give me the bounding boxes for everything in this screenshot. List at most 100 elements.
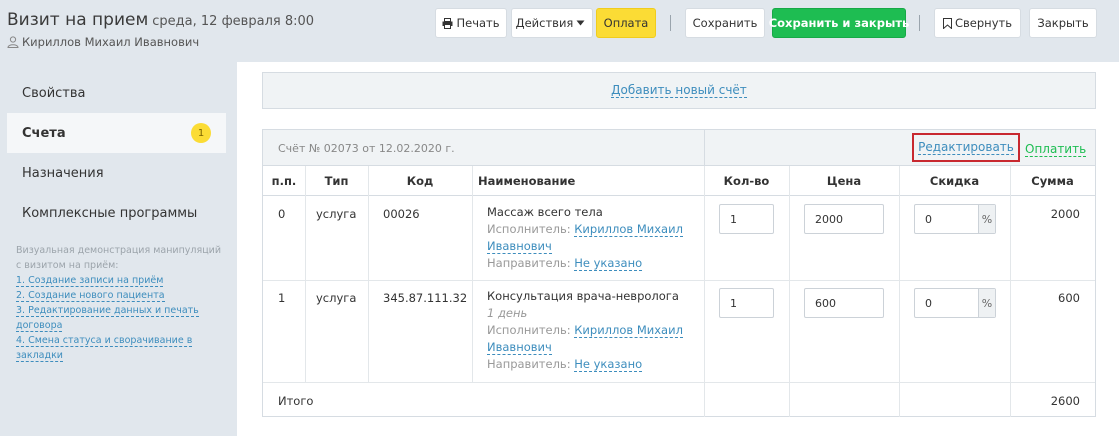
- sidebar-item-label: Свойства: [22, 85, 86, 101]
- discount-value: 0: [925, 212, 932, 226]
- col-header-code: Код: [368, 166, 472, 196]
- demo-link-4[interactable]: 4. Смена статуса и сворачивание в заклад…: [16, 333, 226, 363]
- performer-link[interactable]: Кириллов Михаил: [574, 222, 683, 237]
- price-input[interactable]: 600: [804, 288, 884, 318]
- caret-down-icon: [576, 20, 585, 26]
- service-name: Массаж всего тела: [487, 205, 603, 219]
- close-button[interactable]: Закрыть: [1029, 8, 1097, 38]
- price-input[interactable]: 2000: [804, 204, 884, 234]
- discount-input[interactable]: 0 %: [914, 204, 996, 234]
- page-title: Визит на прием среда, 12 февраля 8:00: [7, 10, 314, 30]
- row-sum: 2000: [1050, 207, 1080, 221]
- save-and-close-button[interactable]: Сохранить и закрыть: [769, 8, 909, 38]
- referrer-link[interactable]: Не указано: [574, 256, 643, 271]
- toolbar-divider: [670, 15, 671, 31]
- doctor-line: Кириллов Михаил Ивавнович: [7, 35, 199, 49]
- grid-line: [368, 166, 369, 383]
- row-num: 1: [278, 291, 286, 305]
- row-type: услуга: [316, 207, 357, 221]
- save-close-label: Сохранить и закрыть: [768, 16, 910, 30]
- header: Визит на прием среда, 12 февраля 8:00 Кир…: [0, 0, 1119, 62]
- col-header-discount: Скидка: [899, 166, 1010, 196]
- row-service: Консультация врача-невролога 1 день Испо…: [487, 288, 697, 373]
- referrer-link[interactable]: Не указано: [574, 357, 643, 372]
- demo-link-3[interactable]: 3. Редактирование данных и печать догово…: [16, 303, 226, 333]
- invoice-header: Счёт № 02073 от 12.02.2020 г. Редактиров…: [263, 130, 1095, 166]
- service-name: Консультация врача-невролога: [487, 289, 679, 303]
- percent-addon: %: [978, 205, 995, 233]
- pay-label: Оплата: [603, 16, 649, 30]
- sidebar-item-appointments[interactable]: Назначения: [7, 153, 226, 193]
- total-value: 2600: [1050, 394, 1080, 408]
- col-header-price: Цена: [789, 166, 899, 196]
- actions-label: Действия: [515, 16, 574, 30]
- row-num: 0: [278, 207, 286, 221]
- discount-value: 0: [925, 296, 932, 310]
- performer-link[interactable]: Кириллов Михаил: [574, 323, 683, 338]
- sidebar-item-complex-programs[interactable]: Комплексные программы: [7, 193, 226, 233]
- grid-line: [305, 166, 306, 383]
- visit-title: Визит на прием: [7, 10, 149, 30]
- demo-link-2[interactable]: 2. Создание нового пациента: [16, 288, 226, 303]
- sidebar-item-properties[interactable]: Свойства: [7, 73, 226, 113]
- visit-date: среда, 12 февраля 8:00: [152, 14, 315, 29]
- row-divider: [263, 382, 1095, 383]
- grid-line: [1010, 166, 1011, 417]
- print-button[interactable]: Печать: [435, 8, 507, 38]
- bookmark-icon: [943, 17, 952, 29]
- col-header-num: п.п.: [263, 166, 305, 196]
- row-service: Массаж всего тела Исполнитель: Кириллов …: [487, 204, 697, 272]
- total-label: Итого: [278, 394, 314, 408]
- demo-description: Визуальная демонстрация манипуляций с ви…: [16, 245, 222, 271]
- grid-line: [789, 166, 790, 417]
- actions-dropdown[interactable]: Действия: [511, 8, 593, 38]
- add-invoice-bar: Добавить новый счёт: [262, 72, 1096, 109]
- qty-input[interactable]: 1: [719, 288, 774, 318]
- row-code: 345.87.111.32: [383, 291, 468, 305]
- performer-label: Исполнитель:: [487, 222, 571, 236]
- sidebar-item-label: Счета: [22, 125, 66, 141]
- count-badge: 1: [191, 123, 211, 143]
- sidebar-item-label: Комплексные программы: [22, 205, 198, 221]
- invoice-panel: Счёт № 02073 от 12.02.2020 г. Редактиров…: [262, 129, 1096, 417]
- col-header-type: Тип: [305, 166, 368, 196]
- print-label: Печать: [456, 16, 500, 30]
- doctor-name: Кириллов Михаил Ивавнович: [22, 35, 200, 49]
- qty-input[interactable]: 1: [719, 204, 774, 234]
- user-icon: [7, 36, 19, 48]
- header-divider: [704, 130, 705, 166]
- demo-link-1[interactable]: 1. Создание записи на приём: [16, 273, 226, 288]
- performer-link-cont[interactable]: Ивавнович: [487, 340, 552, 355]
- edit-invoice-link[interactable]: Редактировать: [912, 133, 1020, 162]
- referrer-label: Направитель:: [487, 357, 571, 371]
- save-button[interactable]: Сохранить: [685, 8, 765, 38]
- collapse-button[interactable]: Свернуть: [934, 8, 1021, 38]
- referrer-label: Направитель:: [487, 256, 571, 270]
- col-header-qty: Кол-во: [704, 166, 789, 196]
- col-header-sum: Сумма: [1010, 166, 1095, 196]
- percent-addon: %: [978, 289, 995, 317]
- row-divider: [263, 280, 1095, 281]
- add-invoice-link[interactable]: Добавить новый счёт: [611, 83, 747, 98]
- grid-line: [472, 166, 473, 383]
- grid-line: [899, 166, 900, 417]
- sidebar-item-label: Назначения: [22, 165, 104, 181]
- invoice-title: Счёт № 02073 от 12.02.2020 г.: [278, 142, 455, 155]
- discount-input[interactable]: 0 %: [914, 288, 996, 318]
- toolbar-divider: [919, 15, 920, 31]
- row-sum: 600: [1058, 291, 1080, 305]
- grid-line: [704, 166, 705, 417]
- pay-invoice-link[interactable]: Оплатить: [1025, 142, 1087, 157]
- row-type: услуга: [316, 291, 357, 305]
- collapse-label: Свернуть: [955, 16, 1012, 30]
- save-label: Сохранить: [692, 16, 758, 30]
- edit-label: Редактировать: [918, 140, 1014, 155]
- service-duration: 1 день: [487, 306, 528, 320]
- sidebar-item-invoices[interactable]: Счета 1: [7, 113, 226, 153]
- sidebar: Свойства Счета 1 Назначения Комплексные …: [0, 62, 237, 436]
- col-header-name: Наименование: [472, 166, 704, 196]
- pay-button[interactable]: Оплата: [596, 8, 656, 38]
- close-label: Закрыть: [1037, 16, 1089, 30]
- performer-link-cont[interactable]: Ивавнович: [487, 239, 552, 254]
- performer-label: Исполнитель:: [487, 323, 571, 337]
